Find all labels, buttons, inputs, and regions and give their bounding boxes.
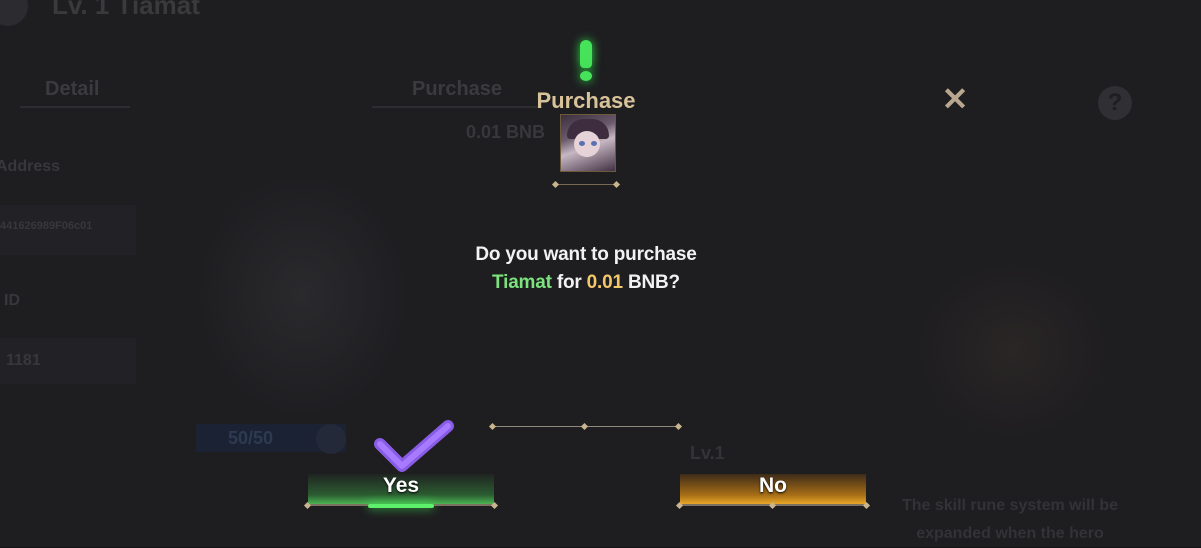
- address-label: Address: [0, 158, 61, 175]
- hero-artwork: [195, 170, 410, 420]
- dialog-title: Purchase: [536, 88, 636, 113]
- skill-rune-description: The skill rune system will be expanded w…: [901, 497, 1119, 542]
- tab-detail: Detail: [45, 78, 100, 100]
- price-value: 0.01: [586, 272, 623, 293]
- exclamation-icon: [577, 40, 597, 82]
- id-label: ID: [4, 292, 20, 309]
- hero-portrait: [560, 114, 616, 172]
- rune-artwork: [915, 260, 1110, 440]
- address-value: 441626989F06c01: [0, 220, 93, 232]
- confirmation-message: Do you want to purchase Tiamat for 0.01 …: [380, 241, 792, 297]
- yes-button[interactable]: Yes: [303, 474, 499, 510]
- help-icon: ?: [1098, 86, 1132, 120]
- id-value: 1181: [6, 352, 41, 369]
- tab-underline: [20, 106, 130, 108]
- hero-header-title: Lv. 1 Tiamat: [52, 0, 200, 20]
- hero-name: Tiamat: [492, 272, 552, 293]
- message-line-2: Tiamat for 0.01 BNB?: [380, 269, 792, 297]
- checkmark-icon: [374, 420, 454, 472]
- background-level: Lv.1: [690, 443, 725, 463]
- portrait-divider: [551, 180, 621, 189]
- message-for: for: [556, 272, 582, 293]
- background-price: 0.01 BNB: [466, 122, 546, 142]
- no-button[interactable]: No: [675, 474, 871, 510]
- no-label: No: [759, 474, 787, 497]
- close-button[interactable]: ✕: [940, 83, 970, 115]
- message-line-1: Do you want to purchase: [475, 244, 697, 265]
- dialog-divider: [488, 422, 683, 431]
- stamina-icon: [316, 424, 346, 454]
- currency-label: BNB?: [627, 272, 680, 293]
- back-icon: [0, 0, 28, 26]
- yes-label: Yes: [382, 474, 420, 497]
